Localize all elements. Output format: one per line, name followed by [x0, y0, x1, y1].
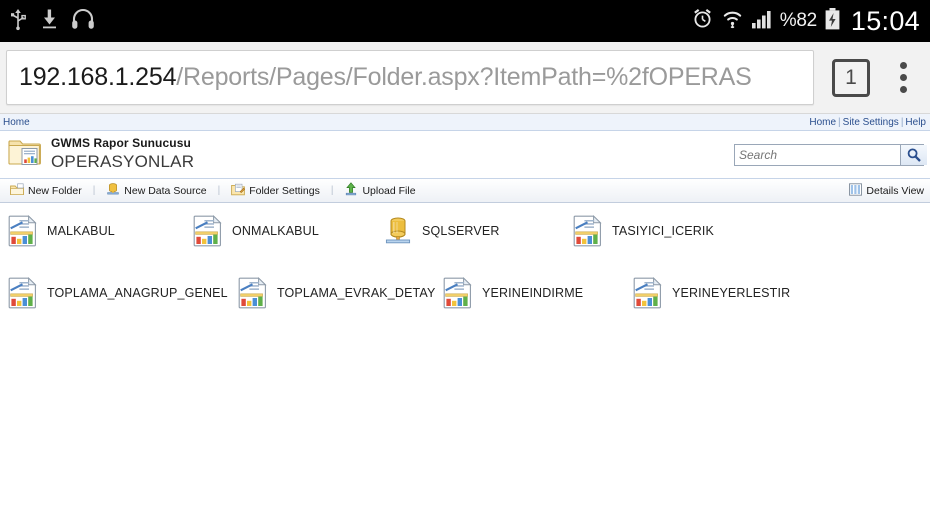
list-item-yerineyerlestir[interactable]: YERINEYERLESTIR	[625, 277, 825, 309]
report-icon	[193, 215, 223, 247]
search-icon[interactable]	[900, 144, 927, 165]
folder-header: GWMS Rapor Sunucusu OPERASYONLAR	[0, 131, 930, 179]
nav-link-help[interactable]: Help	[905, 117, 926, 128]
list-item-onmalkabul[interactable]: ONMALKABUL	[185, 215, 375, 247]
url-input[interactable]: 192.168.1.254/Reports/Pages/Folder.aspx?…	[6, 50, 814, 105]
page-title: OPERASYONLAR	[51, 152, 195, 172]
item-label: ONMALKABUL	[232, 224, 319, 238]
list-item-malkabul[interactable]: MALKABUL	[0, 215, 185, 247]
list-item-tasiyici-icerik[interactable]: TASIYICI_ICERIK	[565, 215, 765, 247]
overflow-menu-icon[interactable]	[888, 58, 918, 98]
folder-report-icon	[8, 136, 42, 173]
new-folder-label: New Folder	[28, 184, 82, 197]
report-icon	[443, 277, 473, 309]
url-path: /Reports/Pages/Folder.aspx?ItemPath=%2fO…	[176, 63, 752, 91]
new-data-source-icon	[106, 182, 120, 199]
item-label: YERINEINDIRME	[482, 286, 584, 300]
headphones-icon	[71, 8, 95, 35]
breadcrumb[interactable]: Home	[3, 117, 30, 128]
item-label: TOPLAMA_ANAGRUP_GENEL	[47, 286, 228, 300]
upload-file-icon	[344, 182, 358, 199]
item-label: MALKABUL	[47, 224, 115, 238]
upload-file-button[interactable]: Upload File	[340, 182, 419, 199]
toolbar-separator: |	[92, 185, 96, 196]
details-view-icon	[849, 182, 863, 199]
grid-row: MALKABUL ONMALKABUL SQLSERVER TASIYICI_I…	[0, 215, 930, 277]
list-item-yerineindirme[interactable]: YERINEINDIRME	[435, 277, 625, 309]
battery-percent-label: %82	[779, 10, 817, 31]
browser-toolbar: 192.168.1.254/Reports/Pages/Folder.aspx?…	[0, 42, 930, 114]
details-view-label: Details View	[866, 184, 924, 197]
wifi-icon	[721, 7, 744, 35]
site-nav-links: Home | Site Settings | Help	[809, 117, 926, 128]
item-label: SQLSERVER	[422, 224, 500, 238]
nav-separator: |	[900, 116, 904, 128]
battery-charging-icon	[824, 7, 841, 36]
folder-items-grid: MALKABUL ONMALKABUL SQLSERVER TASIYICI_I…	[0, 203, 930, 448]
toolbar-separator: |	[330, 185, 334, 196]
folder-settings-label: Folder Settings	[249, 184, 320, 197]
report-server-page: Home Home | Site Settings | Help GWMS Ra…	[0, 114, 930, 448]
nav-link-site-settings[interactable]: Site Settings	[843, 117, 899, 128]
tab-count-button[interactable]: 1	[832, 58, 870, 97]
report-icon	[238, 277, 268, 309]
signal-bars-icon	[751, 8, 773, 34]
download-icon	[40, 7, 59, 36]
details-view-button[interactable]: Details View	[849, 182, 924, 199]
status-clock: 15:04	[850, 5, 920, 36]
new-data-source-label: New Data Source	[124, 184, 207, 197]
nav-separator: |	[838, 116, 841, 128]
search-box[interactable]	[734, 143, 927, 166]
alarm-clock-icon	[691, 7, 714, 35]
url-host: 192.168.1.254	[19, 63, 177, 91]
url-text: 192.168.1.254/Reports/Pages/Folder.aspx?…	[19, 63, 752, 92]
new-data-source-button[interactable]: New Data Source	[102, 182, 210, 199]
datasource-icon	[383, 215, 413, 247]
nav-link-home[interactable]: Home	[809, 117, 836, 128]
folder-settings-icon	[231, 183, 246, 199]
site-name: GWMS Rapor Sunucusu	[51, 136, 191, 151]
report-icon	[573, 215, 603, 247]
list-item-toplama-anagrup-genel[interactable]: TOPLAMA_ANAGRUP_GENEL	[0, 277, 230, 309]
folder-toolbar: New Folder | New Data Source | Folder Se…	[0, 179, 930, 203]
folder-settings-button[interactable]: Folder Settings	[227, 183, 324, 199]
report-icon	[8, 277, 38, 309]
search-input[interactable]	[735, 144, 900, 165]
status-right-icons: %82 15:04	[691, 6, 920, 37]
status-left-icons	[8, 7, 95, 36]
folder-title-block: GWMS Rapor Sunucusu OPERASYONLAR	[51, 136, 734, 172]
list-item-sqlserver[interactable]: SQLSERVER	[375, 215, 565, 247]
item-label: TASIYICI_ICERIK	[612, 224, 715, 238]
usb-icon	[8, 7, 28, 36]
report-icon	[8, 215, 38, 247]
new-folder-button[interactable]: New Folder	[6, 182, 86, 199]
report-icon	[633, 277, 663, 309]
android-status-bar: %82 15:04	[0, 0, 930, 42]
toolbar-separator: |	[217, 185, 221, 196]
list-item-toplama-evrak-detay[interactable]: TOPLAMA_EVRAK_DETAY	[230, 277, 435, 309]
new-folder-icon	[10, 182, 24, 199]
site-nav-bar: Home Home | Site Settings | Help	[0, 114, 930, 131]
toolbar-actions: New Folder | New Data Source | Folder Se…	[6, 182, 849, 199]
item-label: YERINEYERLESTIR	[672, 286, 791, 300]
upload-file-label: Upload File	[362, 184, 416, 197]
item-label: TOPLAMA_EVRAK_DETAY	[277, 286, 436, 300]
grid-row: TOPLAMA_ANAGRUP_GENEL TOPLAMA_EVRAK_DETA…	[0, 277, 930, 339]
